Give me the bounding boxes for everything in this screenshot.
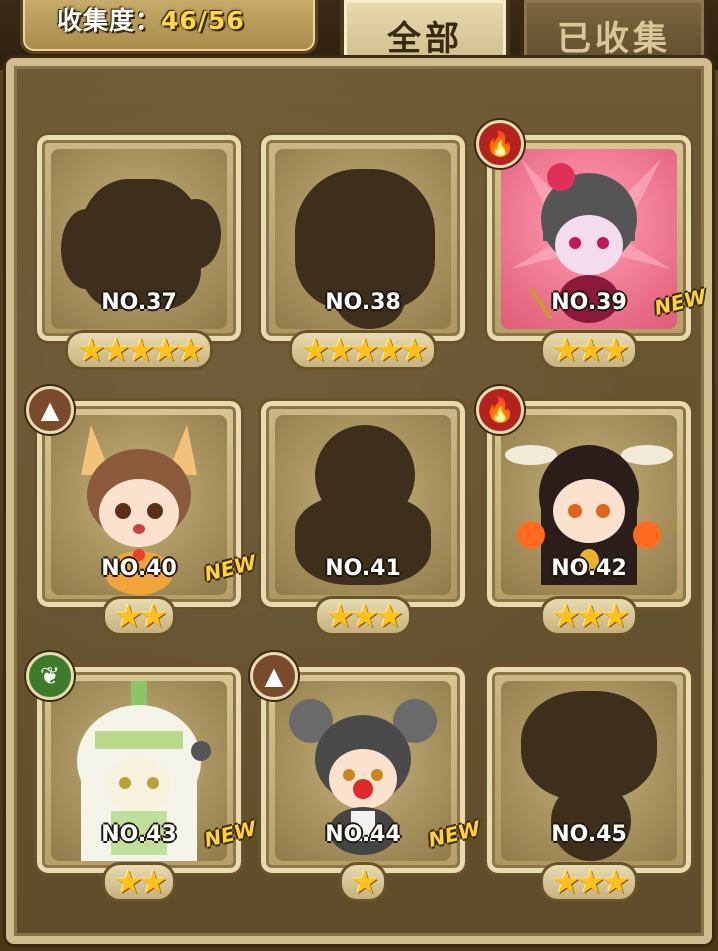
star-rating: ★★★ (484, 862, 694, 902)
card-number: NO.45 (551, 822, 627, 847)
star-rating-text: ★★★★★ (301, 331, 428, 369)
card-number: NO.42 (551, 556, 627, 581)
card-number: NO.38 (325, 290, 401, 315)
star-rating: ★★★ (484, 596, 694, 636)
collection-progress-plate: 收集度：46/56 (20, 0, 318, 54)
star-rating: ★★★★★ (34, 330, 244, 370)
star-rating: ★★★ (258, 596, 468, 636)
earth-icon: ▲ (26, 386, 74, 434)
collection-screen: 收集度：46/56 全部 已收集 NO.37 ★★★★★ NO.38 ★★★★★ (0, 0, 718, 951)
star-rating-text: ★★★ (551, 331, 630, 369)
progress-text: 收集度： (57, 6, 162, 35)
card-number: NO.41 (325, 556, 401, 581)
card-no-38[interactable]: NO.38 ★★★★★ (258, 132, 468, 372)
card-no-43[interactable]: ❦ NO.43 NEW ★★ (26, 652, 258, 904)
leaf-icon: ❦ (26, 652, 74, 700)
star-rating-text: ★★★ (325, 597, 404, 635)
card-no-45[interactable]: NO.45 ★★★ (484, 664, 694, 904)
card-no-44[interactable]: ▲ NO.44 NEW ★ (250, 652, 482, 904)
star-rating-text: ★★★★★ (77, 331, 204, 369)
card-no-40[interactable]: ▲ NO.40 NEW ★★ (26, 386, 258, 638)
star-rating-text: ★★ (114, 863, 167, 901)
collection-progress-label: 收集度：46/56 (57, 1, 245, 37)
star-rating-text: ★★★ (551, 597, 630, 635)
fire-icon: 🔥 (476, 120, 524, 168)
star-rating: ★★★★★ (258, 330, 468, 370)
card-no-39[interactable]: 🔥 NO.39 NEW ★★★ (476, 120, 708, 372)
fire-icon: 🔥 (476, 386, 524, 434)
star-rating: ★★ (34, 596, 244, 636)
card-no-41[interactable]: NO.41 ★★★ (258, 398, 468, 638)
card-number: NO.37 (101, 290, 177, 315)
progress-value: 46/56 (161, 6, 245, 35)
star-rating-text: ★ (350, 863, 380, 901)
earth-icon: ▲ (250, 652, 298, 700)
star-rating: ★★★ (484, 330, 694, 370)
star-rating-text: ★★★ (551, 863, 630, 901)
card-no-37[interactable]: NO.37 ★★★★★ (34, 132, 244, 372)
star-rating: ★★ (34, 862, 244, 902)
star-rating: ★ (258, 862, 468, 902)
card-no-42[interactable]: 🔥 NO.42 ★★★ (476, 386, 694, 638)
star-rating-text: ★★ (114, 597, 167, 635)
